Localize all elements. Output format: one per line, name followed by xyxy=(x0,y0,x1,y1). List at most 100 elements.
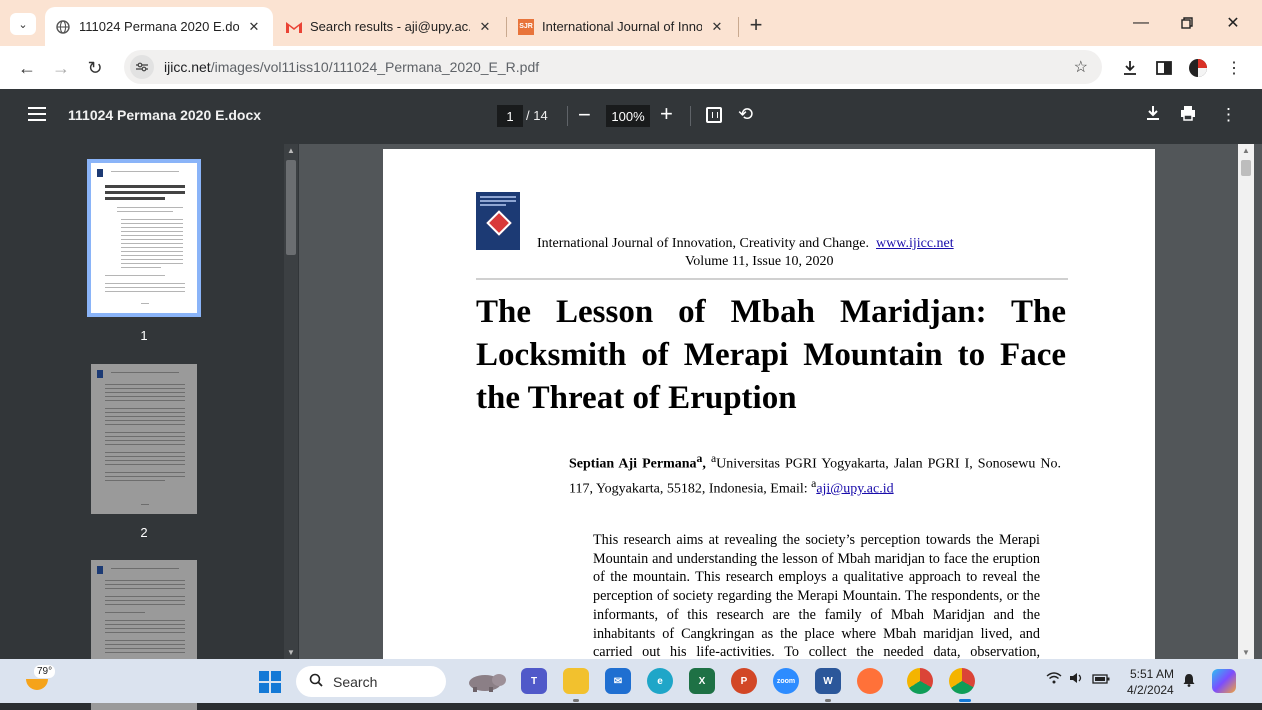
volume-icon[interactable] xyxy=(1069,671,1092,688)
notification-bell-icon[interactable] xyxy=(1183,673,1195,690)
browser-toolbar: ← → ↻ ijicc.net/images/vol11iss10/111024… xyxy=(0,46,1262,89)
page-thumbnail-1[interactable] xyxy=(87,159,201,317)
scroll-down-arrow-icon[interactable]: ▼ xyxy=(286,648,296,657)
minimize-button[interactable]: — xyxy=(1118,8,1164,38)
tab-title: 111024 Permana 2020 E.docx xyxy=(79,19,239,34)
tab-pdf-document[interactable]: 111024 Permana 2020 E.docx ✕ xyxy=(45,7,273,46)
powerpoint-icon[interactable]: P xyxy=(731,668,757,694)
close-window-button[interactable]: ✕ xyxy=(1210,8,1256,38)
weather-sun-icon xyxy=(26,679,48,690)
url-path: /images/vol11iss10/111024_Permana_2020_E… xyxy=(210,59,540,75)
edge-icon[interactable]: e xyxy=(647,668,673,694)
document-scrollbar[interactable] xyxy=(1238,144,1254,659)
url-text: ijicc.net/images/vol11iss10/111024_Perma… xyxy=(164,59,539,75)
journal-link[interactable]: www.ijicc.net xyxy=(876,236,954,251)
thumbnail-page-label: 1 xyxy=(140,328,148,343)
sidebar-scrollbar-thumb[interactable] xyxy=(286,160,296,255)
zoom-level-input[interactable]: 100% xyxy=(606,105,650,127)
toolbar-divider xyxy=(690,106,691,126)
thumbnail-sidebar: 1 2 xyxy=(0,144,299,710)
doc-scroll-down-arrow-icon[interactable]: ▼ xyxy=(1241,648,1251,657)
rotate-icon[interactable]: ⟲ xyxy=(738,104,753,125)
zoom-icon[interactable]: zoom xyxy=(773,668,799,694)
battery-icon[interactable] xyxy=(1092,671,1110,688)
weather-widget[interactable]: 79° xyxy=(22,665,56,697)
page-total: / 14 xyxy=(526,108,548,123)
running-indicator xyxy=(825,699,831,702)
author-email-link[interactable]: aji@upy.ac.id xyxy=(816,481,893,496)
tab-title: Search results - aji@upy.ac.id - xyxy=(310,19,470,34)
reload-button[interactable]: ↻ xyxy=(82,55,108,81)
search-icon xyxy=(309,673,323,691)
close-tab-icon[interactable]: ✕ xyxy=(245,19,263,35)
chrome-menu-icon[interactable]: ⋮ xyxy=(1222,56,1246,80)
address-bar[interactable]: ijicc.net/images/vol11iss10/111024_Perma… xyxy=(124,50,1102,84)
forward-button[interactable]: → xyxy=(48,55,74,81)
running-indicator xyxy=(573,699,579,702)
close-tab-icon[interactable]: ✕ xyxy=(476,19,494,35)
sjr-icon: SJR xyxy=(518,18,534,35)
weather-temperature: 79° xyxy=(34,665,56,678)
chrome-icon[interactable] xyxy=(907,668,933,694)
document-scrollbar-thumb[interactable] xyxy=(1241,160,1251,176)
zoom-in-button[interactable]: + xyxy=(660,101,673,127)
clock-time[interactable]: 5:51 AM xyxy=(1130,667,1174,681)
back-button[interactable]: ← xyxy=(14,55,40,81)
page-number-input[interactable]: 1 xyxy=(497,105,523,127)
taskbar-search-box[interactable]: Search xyxy=(296,666,446,697)
pdf-toolbar: 111024 Permana 2020 E.docx 1 / 14 − 100%… xyxy=(0,89,1262,144)
chrome-profile-icon[interactable] xyxy=(949,668,975,694)
tab-separator xyxy=(738,17,739,37)
excel-icon[interactable]: X xyxy=(689,668,715,694)
downloads-icon[interactable] xyxy=(1118,56,1142,80)
menu-icon[interactable] xyxy=(28,107,46,121)
search-placeholder: Search xyxy=(333,673,378,690)
word-icon[interactable]: W xyxy=(815,668,841,694)
teams-icon[interactable]: T xyxy=(521,668,547,694)
tab-search-chevron-icon[interactable]: ⌄ xyxy=(10,13,36,35)
tab-journal-site[interactable]: SJR International Journal of Innovat ✕ xyxy=(508,7,736,46)
doc-scroll-up-arrow-icon[interactable]: ▲ xyxy=(1241,146,1251,155)
bookmark-star-icon[interactable]: ☆ xyxy=(1074,57,1088,77)
new-tab-button[interactable]: + xyxy=(742,11,770,39)
windows-taskbar: 79° Search T ✉ e X P zoom W 5:51 AM 4/2/… xyxy=(0,659,1262,703)
pdf-viewport[interactable]: International Journal of Innovation, Cre… xyxy=(299,144,1262,659)
close-tab-icon[interactable]: ✕ xyxy=(708,19,726,35)
tab-strip: ⌄ 111024 Permana 2020 E.docx ✕ Search re… xyxy=(0,0,1262,46)
file-explorer-icon[interactable] xyxy=(563,668,589,694)
thumbnail-page-label: 2 xyxy=(140,525,148,540)
tab-separator xyxy=(506,17,507,37)
author-affiliation: Septian Aji Permanaa, aUniversitas PGRI … xyxy=(569,452,1062,497)
wifi-icon[interactable] xyxy=(1046,671,1069,688)
abstract-text: This research aims at revealing the soci… xyxy=(593,532,1040,659)
clock-date[interactable]: 4/2/2024 xyxy=(1127,683,1174,697)
tab-gmail-search[interactable]: Search results - aji@upy.ac.id - ✕ xyxy=(276,7,504,46)
download-pdf-icon[interactable] xyxy=(1146,105,1160,126)
side-panel-icon[interactable] xyxy=(1152,56,1176,80)
gmail-icon xyxy=(286,19,302,35)
scroll-up-arrow-icon[interactable]: ▲ xyxy=(286,146,296,155)
active-app-indicator xyxy=(959,699,971,702)
author-name: Septian Aji Permana xyxy=(569,456,697,472)
journal-name: International Journal of Innovation, Cre… xyxy=(537,236,870,251)
mail-icon[interactable]: ✉ xyxy=(605,668,631,694)
volume-issue: Volume 11, Issue 10, 2020 xyxy=(685,254,834,269)
toolbar-divider xyxy=(567,106,568,126)
windows-start-icon[interactable] xyxy=(259,671,281,693)
header-divider xyxy=(476,278,1068,280)
fit-to-page-icon[interactable] xyxy=(706,107,722,123)
zoom-out-button[interactable]: − xyxy=(578,102,591,128)
globe-icon xyxy=(55,19,71,35)
pdf-page-1: International Journal of Innovation, Cre… xyxy=(383,149,1155,659)
system-tray[interactable] xyxy=(1046,671,1110,688)
copilot-icon[interactable] xyxy=(1212,669,1236,693)
page-thumbnail-2[interactable] xyxy=(91,364,197,514)
more-actions-icon[interactable]: ⋮ xyxy=(1220,105,1237,125)
paper-title: The Lesson of Mbah Maridjan: The Locksmi… xyxy=(476,294,1066,416)
hippo-widget-icon[interactable] xyxy=(465,668,509,694)
restore-button[interactable] xyxy=(1164,8,1210,38)
profile-avatar-icon[interactable] xyxy=(1186,56,1210,80)
print-icon[interactable] xyxy=(1180,105,1196,126)
site-info-icon[interactable] xyxy=(130,55,154,79)
firefox-icon[interactable] xyxy=(857,668,883,694)
